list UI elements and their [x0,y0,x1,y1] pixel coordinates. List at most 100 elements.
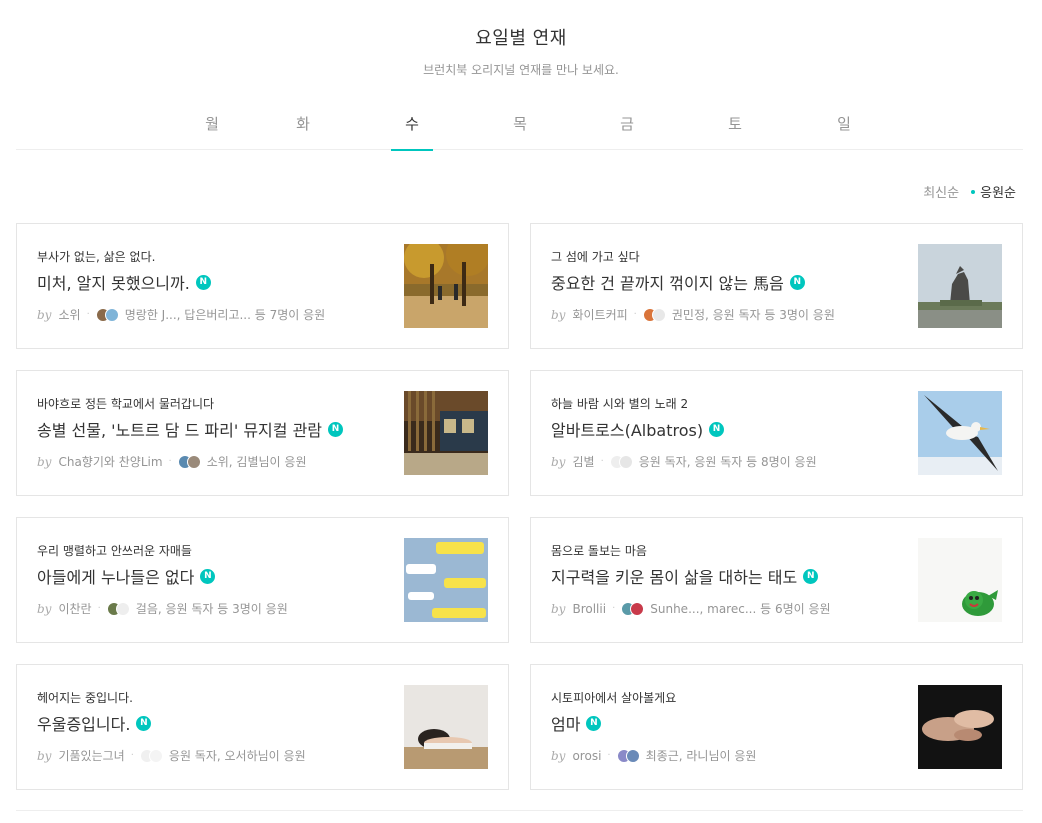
supporters-text: 명랑한 J..., 답은버리고... 등 7명이 응원 [124,308,326,322]
new-badge-icon: N [586,715,602,731]
series-card[interactable]: 하늘 바람 시와 별의 노래 2 알바트로스(Albatros) N by 김별 … [530,370,1023,496]
series-card[interactable]: 우리 맹렬하고 안쓰러운 자매들 아들에게 누나들은 없다 N by 이찬란 · … [16,517,509,643]
card-meta: by 화이트커피 · 권민정, 응원 독자 등 3명이 응원 [551,306,835,323]
sort-options: 최신순 응원순 [923,182,1016,201]
new-badge-icon: N [200,568,216,584]
author-name[interactable]: Brollii [572,602,606,616]
card-title-text: 아들에게 누나들은 없다 [37,568,195,587]
author-name[interactable]: 김별 [572,453,594,470]
active-dot-icon [971,189,976,194]
supporter-avatars [106,601,130,616]
avatar [186,454,201,469]
card-title-text: 미처, 알지 못했으니까. [37,274,190,293]
tab-monday[interactable]: 월 [191,108,233,150]
author-name[interactable]: orosi [572,749,601,763]
card-subtitle: 하늘 바람 시와 별의 노래 2 [551,397,689,411]
by-label: by [37,601,52,616]
tab-friday[interactable]: 금 [606,108,648,150]
tab-saturday[interactable]: 토 [714,108,756,150]
separator-dot: · [607,750,611,761]
separator-dot: · [130,750,134,761]
supporter-avatars [177,454,201,469]
supporters-text: Sunhe..., marec... 등 6명이 응원 [650,602,831,616]
card-meta: by Brollii · Sunhe..., marec... 등 6명이 응원 [551,600,831,617]
sort-latest-button[interactable]: 최신순 [923,182,959,201]
by-label: by [37,454,52,469]
new-badge-icon: N [803,568,819,584]
card-subtitle: 우리 맹렬하고 안쓰러운 자매들 [37,544,192,558]
by-label: by [37,307,52,322]
card-subtitle: 부사가 없는, 삶은 없다. [37,250,156,264]
separator-dot: · [633,309,637,320]
card-title[interactable]: 엄마 N [551,711,602,735]
supporters-text: 최종근, 라니님이 응원 [645,749,757,763]
supporter-avatars [616,748,640,763]
series-card[interactable]: 그 섬에 가고 싶다 중요한 건 끝까지 꺾이지 않는 馬음 N by 화이트커피… [530,223,1023,349]
by-label: by [551,748,566,763]
series-card[interactable]: 몸으로 돌보는 마음 지구력을 키운 몸이 삶을 대하는 태도 N by Brol… [530,517,1023,643]
by-label: by [551,454,566,469]
new-badge-icon: N [136,715,152,731]
series-card[interactable]: 시토피아에서 살아볼게요 엄마 N by orosi · 최종근, 라니님이 응원 [530,664,1023,790]
supporters-text: 소위, 김별님이 응원 [206,455,307,469]
avatar [618,454,633,469]
new-badge-icon: N [328,421,344,437]
card-title-text: 송별 선물, '노트르 담 드 파리' 뮤지컬 관람 [37,421,323,440]
weekday-tabs: 월 화 수 목 금 토 일 [16,108,1023,151]
avatar [625,748,640,763]
card-meta: by 이찬란 · 걸음, 응원 독자 등 3명이 응원 [37,600,288,617]
card-title-text: 엄마 [551,715,581,734]
avatar [115,601,130,616]
avatar [630,601,645,616]
tab-tuesday[interactable]: 화 [282,108,324,150]
author-name[interactable]: 소위 [58,306,80,323]
holding-hands-image [918,685,1002,769]
sort-popular-button[interactable]: 응원순 [959,182,1016,201]
separator-dot: · [97,603,101,614]
separator-dot: · [600,456,604,467]
horse-statue-image [918,244,1002,328]
card-title[interactable]: 미처, 알지 못했으니까. N [37,270,211,294]
author-name[interactable]: Cha향기와 찬양Lim [58,453,162,470]
supporters-text: 응원 독자, 응원 독자 등 8명이 응원 [638,455,817,469]
page-subtitle: 브런치북 오리지널 연재를 만나 보세요. [423,63,619,77]
card-title-text: 지구력을 키운 몸이 삶을 대하는 태도 [551,568,798,587]
card-title[interactable]: 중요한 건 끝까지 꺾이지 않는 馬음 N [551,270,805,294]
tab-wednesday[interactable]: 수 [391,108,433,151]
card-title-text: 알바트로스(Albatros) [551,421,704,440]
card-subtitle: 바야흐로 정든 학교에서 물러갑니다 [37,397,215,411]
card-title[interactable]: 송별 선물, '노트르 담 드 파리' 뮤지컬 관람 N [37,417,344,441]
card-subtitle: 시토피아에서 살아볼게요 [551,691,677,705]
supporter-avatars [95,307,119,322]
by-label: by [551,307,566,322]
chat-screenshot-image [404,538,488,622]
separator-dot: · [168,456,172,467]
series-card[interactable]: 헤어지는 중입니다. 우울증입니다. N by 기품있는그녀 · 응원 독자, 오… [16,664,509,790]
tab-thursday[interactable]: 목 [499,108,541,150]
card-title-text: 중요한 건 끝까지 꺾이지 않는 馬음 [551,274,784,293]
page-title: 요일별 연재 [475,28,567,49]
sort-popular-label: 응원순 [980,186,1016,201]
card-title[interactable]: 우울증입니다. N [37,711,152,735]
author-name[interactable]: 화이트커피 [572,306,627,323]
series-card[interactable]: 부사가 없는, 삶은 없다. 미처, 알지 못했으니까. N by 소위 · 명랑… [16,223,509,349]
author-name[interactable]: 기품있는그녀 [58,747,124,764]
card-title[interactable]: 알바트로스(Albatros) N [551,417,725,441]
card-title[interactable]: 아들에게 누나들은 없다 N [37,564,216,588]
green-character-image [918,538,1002,622]
by-label: by [551,601,566,616]
new-badge-icon: N [195,274,211,290]
avatar [148,748,163,763]
supporters-text: 걸음, 응원 독자 등 3명이 응원 [135,602,288,616]
card-subtitle: 몸으로 돌보는 마음 [551,544,647,558]
autumn-park-image [404,244,488,328]
card-title[interactable]: 지구력을 키운 몸이 삶을 대하는 태도 N [551,564,819,588]
card-title-text: 우울증입니다. [37,715,131,734]
author-name[interactable]: 이찬란 [58,600,91,617]
avatar [104,307,119,322]
by-label: by [37,748,52,763]
tab-sunday[interactable]: 일 [823,108,865,150]
card-meta: by Cha향기와 찬양Lim · 소위, 김별님이 응원 [37,453,306,470]
series-card[interactable]: 바야흐로 정든 학교에서 물러갑니다 송별 선물, '노트르 담 드 파리' 뮤… [16,370,509,496]
supporters-text: 권민정, 응원 독자 등 3명이 응원 [671,308,835,322]
